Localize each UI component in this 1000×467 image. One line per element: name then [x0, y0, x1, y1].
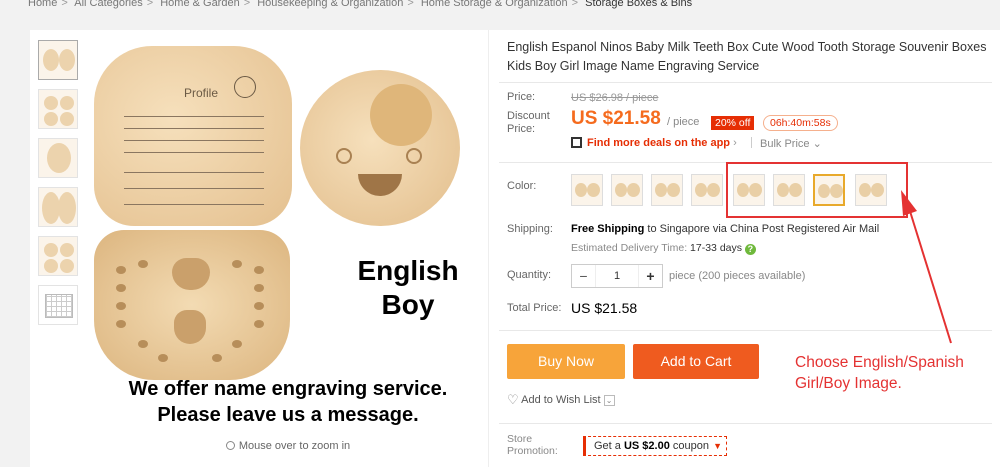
breadcrumb-separator: > — [61, 0, 68, 9]
divider — [499, 423, 992, 424]
caret-down-icon: ▼ — [713, 441, 722, 451]
chevron-right-icon: › — [733, 137, 737, 149]
engraving-notice-line-1: We offer name engraving service. — [128, 378, 448, 400]
color-swatch-3[interactable] — [651, 174, 683, 206]
free-shipping-text: Free Shipping — [571, 223, 645, 235]
discount-badge: 20% off — [711, 116, 755, 130]
store-promotion-label: Store Promotion: — [507, 433, 558, 457]
delivery-label: Estimated Delivery Time: — [571, 242, 688, 254]
zoom-hint: Mouse over to zoom in — [88, 440, 488, 452]
find-deals-link[interactable]: Find more deals on the app › — [587, 137, 737, 149]
thumbnail-list — [38, 40, 78, 334]
breadcrumb-separator: > — [571, 0, 579, 9]
quantity-availability: piece (200 pieces available) — [669, 270, 806, 282]
chevron-down-icon: ⌄ — [812, 138, 822, 150]
bulk-price-link[interactable]: Bulk Price ⌄ — [751, 137, 822, 150]
color-swatch-4[interactable] — [691, 174, 723, 206]
shipping-method-text: to Singapore via China Post Registered A… — [647, 223, 880, 235]
face-icon — [234, 76, 256, 98]
annotation-text: Choose English/Spanish Girl/Boy Image. — [795, 354, 964, 392]
shipping-label: Shipping: — [507, 223, 553, 235]
countdown-timer: 06h:40m:58s — [763, 115, 838, 131]
annotation-highlight-box — [726, 162, 908, 218]
image-label-line-2: Boy — [381, 289, 435, 320]
price-label: Price: — [507, 91, 536, 103]
delivery-days: 17-33 days — [690, 242, 742, 254]
quantity-increase-button[interactable]: + — [638, 265, 662, 287]
quantity-label: Quantity: — [507, 269, 552, 281]
tooth-box-base — [94, 230, 290, 380]
profile-label: Profile — [184, 86, 219, 100]
engraving-notice-line-2: Please leave us a message. — [157, 404, 419, 426]
breadcrumb-housekeeping[interactable]: Housekeeping & Organization — [257, 0, 403, 9]
divider — [499, 82, 992, 83]
help-icon[interactable]: ? — [744, 244, 756, 255]
discount-price-label: Discount Price: — [507, 110, 550, 135]
add-to-wish-list[interactable]: ♡ Add to Wish List ⌄ — [507, 392, 615, 408]
breadcrumb-storage-boxes[interactable]: Storage Boxes & Bins — [585, 0, 692, 9]
magnifier-icon — [225, 441, 235, 450]
quantity-input[interactable]: 1 — [596, 265, 638, 287]
breadcrumb-home-storage[interactable]: Home Storage & Organization — [421, 0, 568, 9]
product-info: English Espanol Ninos Baby Milk Teeth Bo… — [488, 30, 1000, 467]
quantity-decrease-button[interactable]: − — [572, 265, 596, 287]
breadcrumb-home[interactable]: Home — [28, 0, 57, 9]
product-panel: Profile English Boy We offer name engrav… — [30, 30, 1000, 467]
per-unit: / piece — [667, 116, 700, 128]
coupon-dropdown[interactable]: Get a US $2.00 coupon ▼ — [583, 436, 727, 456]
thumbnail-1[interactable] — [38, 40, 78, 80]
discount-price: US $21.58 — [571, 108, 661, 129]
find-deals-text: Find more deals on the app — [587, 137, 731, 149]
buy-now-button[interactable]: Buy Now — [507, 344, 625, 379]
heart-icon: ♡ — [507, 392, 519, 407]
product-title: English Espanol Ninos Baby Milk Teeth Bo… — [507, 40, 987, 73]
quantity-stepper: − 1 + — [571, 264, 663, 288]
color-label: Color: — [507, 180, 537, 192]
thumbnail-4[interactable] — [38, 187, 78, 227]
image-label-english-boy: English Boy — [338, 254, 478, 322]
shipping-value[interactable]: Free Shipping to Singapore via China Pos… — [571, 223, 879, 235]
color-swatch-2[interactable] — [611, 174, 643, 206]
tooth-box-lid-profile: Profile — [94, 46, 292, 226]
original-price: US $26.98 / piece — [571, 92, 659, 104]
breadcrumb-separator: > — [146, 0, 154, 9]
tooth-box-lid-boy-face — [300, 70, 460, 226]
chevron-down-icon[interactable]: ⌄ — [603, 395, 615, 406]
breadcrumb-separator: > — [407, 0, 414, 9]
delivery-time: Estimated Delivery Time: 17-33 days ? — [571, 242, 756, 255]
coupon-suffix: coupon — [672, 440, 709, 452]
coupon-amount: US $2.00 — [623, 440, 670, 452]
divider — [499, 330, 992, 331]
bulk-price-text: Bulk Price — [760, 138, 810, 150]
thumbnail-3[interactable] — [38, 138, 78, 178]
total-price-label: Total Price: — [507, 302, 562, 314]
breadcrumb: Home > All Categories > Home & Garden > Hou… — [28, 0, 692, 9]
thumbnail-6[interactable] — [38, 285, 78, 325]
wish-list-text: Add to Wish List — [521, 394, 601, 406]
breadcrumb-all-categories[interactable]: All Categories — [74, 0, 142, 9]
total-price: US $21.58 — [571, 300, 638, 316]
coupon-prefix: Get a — [594, 440, 621, 452]
engraving-notice: We offer name engraving service. Please … — [88, 376, 488, 428]
main-product-image[interactable]: Profile English Boy We offer name engrav… — [88, 30, 488, 467]
qr-code-icon — [571, 137, 582, 148]
breadcrumb-separator: > — [243, 0, 251, 9]
thumbnail-5[interactable] — [38, 236, 78, 276]
breadcrumb-home-garden[interactable]: Home & Garden — [160, 0, 239, 9]
add-to-cart-button[interactable]: Add to Cart — [633, 344, 759, 379]
color-swatch-1[interactable] — [571, 174, 603, 206]
image-label-line-1: English — [357, 255, 459, 286]
thumbnail-2[interactable] — [38, 89, 78, 129]
zoom-hint-text: Mouse over to zoom in — [238, 440, 351, 452]
